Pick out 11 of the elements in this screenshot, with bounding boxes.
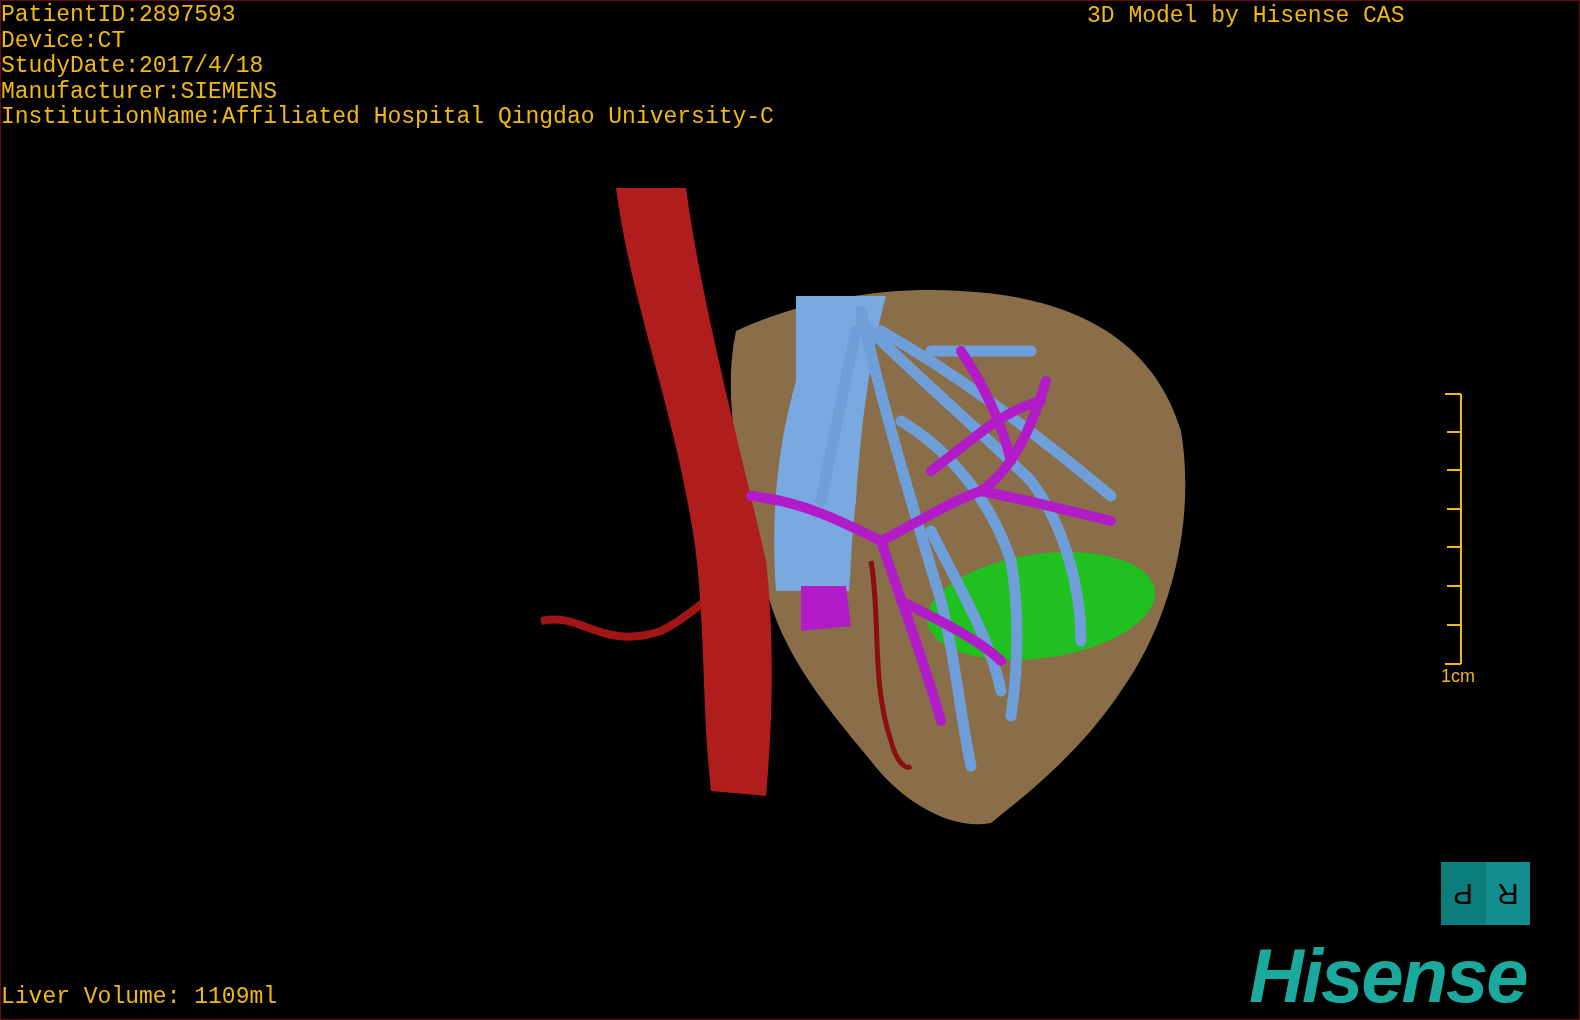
patient-info-line: InstitutionName:Affiliated Hospital Qingdao University-C: [1, 105, 774, 131]
model-credit: 3D Model by Hisense CAS: [1087, 3, 1405, 29]
scale-label: 1cm: [1441, 666, 1475, 686]
logo: Hisense: [1249, 936, 1527, 1016]
patient-info-line: StudyDate:2017/4/18: [1, 54, 265, 80]
face-label: P: [1453, 878, 1474, 909]
liver-volume: Liver Volume: 1109ml: [1, 984, 278, 1010]
patient-info-line: PatientID:2897593: [1, 3, 237, 29]
face-label: R: [1496, 878, 1519, 909]
patient-info-line: Device:CT: [1, 28, 127, 54]
patient-info-line: Manufacturer:SIEMENS: [1, 79, 279, 105]
